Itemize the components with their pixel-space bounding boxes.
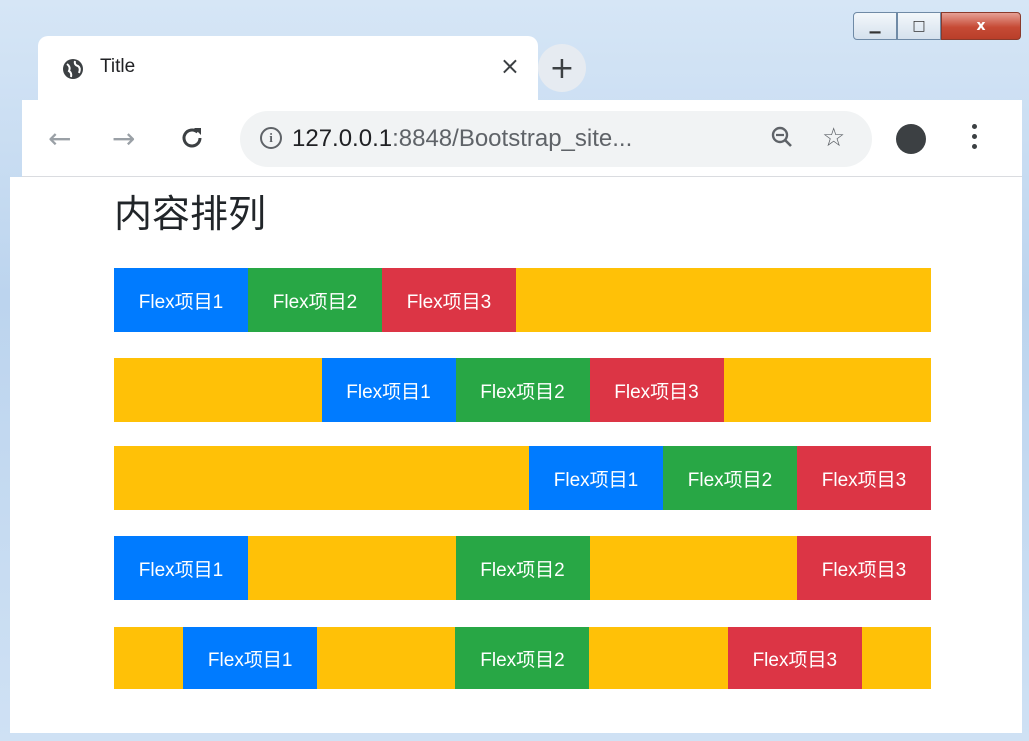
back-arrow-icon[interactable]: ←: [48, 122, 71, 155]
flex-row-between: Flex项目1 Flex项目2 Flex项目3: [114, 536, 931, 600]
flex-item: Flex项目3: [382, 268, 516, 332]
forward-arrow-icon[interactable]: →: [112, 122, 135, 155]
globe-icon: [63, 59, 83, 79]
flex-item: Flex项目2: [455, 627, 590, 689]
url-text[interactable]: 127.0.0.1:8848/Bootstrap_site...: [292, 125, 632, 153]
flex-item: Flex项目2: [455, 536, 590, 600]
flex-row-end: Flex项目1 Flex项目2 Flex项目3: [114, 446, 931, 510]
flex-item: Flex项目2: [248, 268, 382, 332]
zoom-out-icon[interactable]: [770, 125, 794, 151]
flex-item: Flex项目1: [114, 268, 248, 332]
page-content: 内容排列 Flex项目1 Flex项目2 Flex项目3 Flex项目1 Fle…: [10, 177, 1022, 733]
flex-item: Flex项目1: [114, 536, 248, 600]
flex-item: Flex项目2: [455, 358, 590, 422]
info-icon[interactable]: i: [260, 127, 282, 149]
menu-dots-icon[interactable]: [972, 124, 978, 154]
star-icon[interactable]: ☆: [822, 123, 845, 153]
address-bar[interactable]: i 127.0.0.1:8848/Bootstrap_site... ☆: [240, 111, 872, 167]
tab-title: Title: [100, 56, 136, 77]
page-heading: 内容排列: [114, 192, 267, 236]
flex-item: Flex项目3: [797, 536, 931, 600]
flex-item: Flex项目1: [183, 627, 318, 689]
flex-item: Flex项目3: [727, 627, 862, 689]
flex-row-start: Flex项目1 Flex项目2 Flex项目3: [114, 268, 931, 332]
browser-window: ▁ □ x Title × + ← → i 127.0.0.1:8848/Boo…: [0, 0, 1029, 741]
flex-row-around: Flex项目1 Flex项目2 Flex项目3: [114, 627, 931, 689]
flex-item: Flex项目1: [529, 446, 663, 510]
reload-icon[interactable]: [178, 124, 206, 152]
flex-item: Flex项目1: [321, 358, 456, 422]
flex-item: Flex项目3: [589, 358, 724, 422]
flex-item: Flex项目2: [663, 446, 797, 510]
account-icon[interactable]: [896, 124, 926, 154]
flex-row-center: Flex项目1 Flex项目2 Flex项目3: [114, 358, 931, 422]
tab-strip: Title × +: [22, 36, 1022, 100]
plus-icon[interactable]: +: [538, 44, 586, 92]
browser-toolbar: ← → i 127.0.0.1:8848/Bootstrap_site... ☆: [22, 100, 1022, 177]
close-icon[interactable]: ×: [500, 52, 520, 80]
browser-tab[interactable]: Title ×: [38, 36, 538, 100]
flex-item: Flex项目3: [797, 446, 931, 510]
